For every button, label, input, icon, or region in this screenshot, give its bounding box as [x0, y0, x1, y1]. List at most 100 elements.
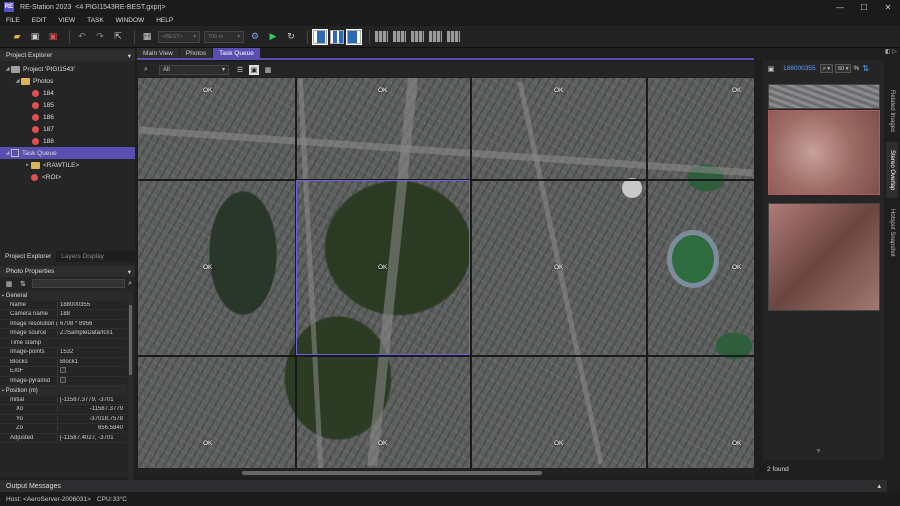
tile-layers-icon[interactable] — [447, 31, 460, 42]
quality-select[interactable]: <BEST> ▾ — [158, 30, 200, 43]
tree-photo-item[interactable]: 187 — [0, 123, 135, 135]
direction-select[interactable]: > ▾ — [819, 64, 834, 73]
exif-checkbox[interactable] — [60, 367, 66, 374]
undo-icon[interactable]: ↶ — [75, 30, 89, 44]
tab-photos[interactable]: Photos — [179, 48, 213, 58]
export-icon[interactable]: ⇱ — [111, 30, 125, 44]
property-row[interactable]: Image-pyramid — [0, 376, 127, 386]
maximize-button[interactable]: ☐ — [852, 0, 876, 14]
property-row[interactable]: Name 188000355 — [0, 301, 127, 310]
tree-photo-item[interactable]: 185 — [0, 99, 135, 111]
sort-icon[interactable]: ⇅ — [862, 64, 869, 73]
tile-table-icon[interactable] — [411, 31, 424, 42]
image-view-icon[interactable]: ▣ — [249, 64, 259, 75]
tab-hotspot-snapshot[interactable]: Hotspot Snapshot — [886, 200, 898, 266]
tree-photo-item[interactable]: 188 — [0, 135, 135, 147]
menu-view[interactable]: VIEW — [59, 17, 76, 24]
split-view-icon[interactable] — [330, 29, 344, 44]
property-value: 6708 * 8956 — [57, 320, 127, 327]
layout-icon[interactable]: ▦ — [140, 30, 154, 44]
scrollbar-thumb[interactable] — [242, 471, 542, 475]
property-row[interactable]: Xo -11587.3779 — [0, 405, 127, 415]
tree-photo-item[interactable]: 186 — [0, 111, 135, 123]
category-general[interactable]: ▪ General — [0, 291, 127, 301]
tile-grid-icon[interactable] — [375, 31, 388, 42]
grid-view-icon[interactable]: ▦ — [263, 65, 273, 75]
tab-related-images[interactable]: Related Images — [886, 82, 898, 140]
property-row[interactable]: Image source Z:/SampleData/IGI1 — [0, 329, 127, 339]
tile-swap-icon[interactable] — [429, 31, 442, 42]
expand-icon[interactable]: ◢ — [4, 66, 11, 72]
menu-window[interactable]: WINDOW — [116, 17, 145, 24]
property-row[interactable]: Image resolution (p 6708 * 8956 — [0, 320, 127, 329]
scrollbar-thumb[interactable] — [129, 305, 132, 375]
panel-menu-icon[interactable]: ▾ — [128, 268, 131, 276]
distance-select[interactable]: 700 m ▾ — [204, 30, 244, 43]
property-row[interactable]: EXIF — [0, 367, 127, 377]
property-value: 188000355 — [57, 301, 127, 308]
process-settings-icon[interactable]: ⚙ — [248, 30, 262, 44]
tab-project-explorer[interactable]: Project Explorer — [0, 251, 57, 262]
image-pyramid-checkbox[interactable] — [60, 376, 66, 383]
pin-icon[interactable]: ◧ ▷ — [885, 48, 899, 59]
single-view-icon[interactable] — [312, 28, 328, 45]
save-as-icon[interactable]: ▣ — [46, 30, 60, 44]
chevron-down-icon: ▾ — [237, 33, 240, 40]
stereo-thumbnail[interactable] — [768, 203, 880, 311]
property-value — [57, 367, 127, 376]
property-row[interactable]: Adjusted [-11587.4027, -3701 — [0, 434, 127, 443]
filter-select[interactable]: All ▾ — [159, 64, 229, 75]
tile-rows-icon[interactable] — [393, 31, 406, 42]
menu-file[interactable]: FILE — [6, 17, 20, 24]
open-folder-icon[interactable]: ▰ — [10, 30, 24, 44]
property-name: Time stamp — [10, 339, 42, 346]
stereo-thumbnail[interactable] — [768, 84, 880, 109]
chevron-up-icon[interactable]: ▴ — [877, 482, 881, 490]
properties-search-input[interactable] — [32, 279, 126, 288]
tab-task-queue[interactable]: Task Queue — [213, 48, 260, 58]
property-row[interactable]: Blocks Block1 — [0, 358, 127, 367]
property-row[interactable]: Initial [-11587.3779, -3701 — [0, 396, 127, 405]
angle-select[interactable]: 60 ▾ — [835, 64, 852, 73]
search-icon[interactable]: ⌕ — [128, 280, 132, 288]
tree-task-queue[interactable]: ◢ Task Queue — [0, 147, 135, 159]
categorized-view-icon[interactable]: ▦ — [4, 279, 14, 289]
property-row[interactable]: Zo 656.5840 — [0, 424, 127, 434]
menu-edit[interactable]: EDIT — [32, 17, 47, 24]
expand-icon[interactable]: ◢ — [14, 78, 21, 84]
category-position[interactable]: ▪ Position (m) — [0, 386, 127, 396]
scroll-down-icon[interactable]: ▼ — [815, 448, 822, 455]
stereo-thumbnail[interactable] — [768, 110, 880, 195]
horizontal-scrollbar[interactable] — [137, 469, 754, 477]
tree-roi[interactable]: <ROI> — [0, 171, 135, 183]
list-view-icon[interactable]: ☰ — [235, 65, 245, 75]
collapse-icon[interactable]: ▸ — [24, 162, 31, 168]
side-panel-view-icon[interactable] — [346, 28, 362, 45]
tab-main-view[interactable]: Main View — [137, 48, 179, 58]
expand-icon[interactable]: ◢ — [4, 150, 11, 156]
tree-project[interactable]: ◢ Project 'PIGI1543' — [0, 63, 135, 75]
redo-icon[interactable]: ↷ — [93, 30, 107, 44]
tree-rawtile[interactable]: ▸ <RAWTILE> — [0, 159, 135, 171]
panel-menu-icon[interactable]: ▾ — [128, 52, 131, 60]
tree-photos-folder[interactable]: ◢ Photos — [0, 75, 135, 87]
properties-scrollbar[interactable] — [128, 291, 133, 491]
tab-stereo-overlap[interactable]: Stereo Overlap — [886, 142, 898, 198]
close-button[interactable]: ✕ — [876, 0, 900, 14]
minimize-button[interactable]: — — [828, 0, 852, 14]
sort-icon[interactable]: ⇅ — [18, 279, 28, 289]
tab-layers-display[interactable]: Layers Display — [56, 251, 109, 262]
search-icon[interactable]: ⌕ — [141, 65, 151, 75]
run-icon[interactable]: ▶ — [266, 30, 280, 44]
task-queue-tile-map[interactable]: OK OK OK OK OK OK OK OK OK OK OK OK — [138, 78, 754, 468]
menu-help[interactable]: HELP — [156, 17, 173, 24]
property-row[interactable]: Camera name 188 — [0, 310, 127, 320]
save-icon[interactable]: ▣ — [28, 30, 42, 44]
property-row[interactable]: Time stamp — [0, 339, 127, 348]
refresh-icon[interactable]: ↻ — [284, 30, 298, 44]
output-messages-bar[interactable]: Output Messages ▴ — [0, 480, 887, 492]
menu-task[interactable]: TASK — [87, 17, 104, 24]
tree-photo-item[interactable]: 184 — [0, 87, 135, 99]
property-row[interactable]: Yo -37018.7578 — [0, 415, 127, 424]
property-row[interactable]: Image-points 1532 — [0, 348, 127, 358]
